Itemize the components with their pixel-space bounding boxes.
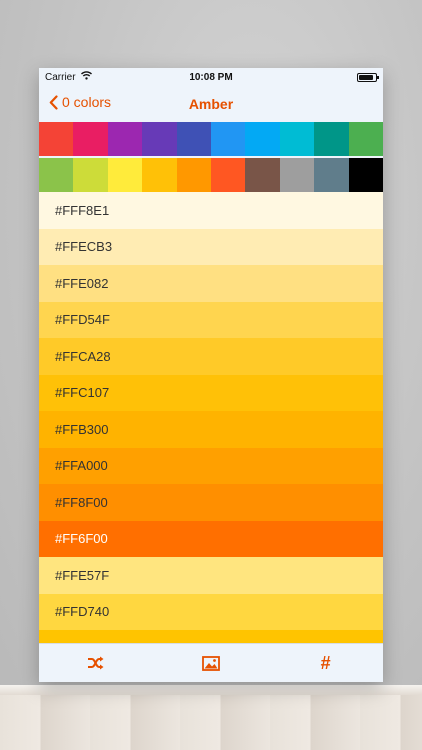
shade-hex-label: #FFB300 (55, 421, 109, 437)
shade-list-item[interactable]: #FF8F00 (39, 484, 383, 521)
palette-swatch[interactable] (279, 122, 315, 156)
palette-swatch[interactable] (107, 122, 143, 156)
shade-hex-label: #FFD740 (55, 604, 110, 620)
color-palette (39, 122, 383, 192)
shade-list-item[interactable]: #FFE082 (39, 265, 383, 302)
hash-icon: # (320, 652, 331, 673)
battery-icon (357, 73, 379, 82)
palette-row (39, 158, 383, 192)
shade-list-item[interactable]: #FFC400 (39, 630, 383, 644)
phone-screen: Carrier 10:08 PM 0 colors Amber #FFF8E1 #… (39, 68, 383, 682)
palette-swatch[interactable] (245, 158, 280, 192)
image-button[interactable] (181, 648, 241, 678)
shade-hex-label: #FFE57F (55, 567, 110, 583)
shade-list-item[interactable]: #FFD54F (39, 301, 383, 338)
palette-swatch[interactable] (279, 158, 315, 192)
image-icon (202, 655, 220, 671)
palette-swatch[interactable] (176, 122, 212, 156)
shade-hex-label: #FFD54F (55, 312, 110, 328)
palette-swatch[interactable] (211, 122, 246, 156)
shade-hex-label: #FFECB3 (55, 239, 113, 255)
palette-swatch[interactable] (39, 122, 74, 156)
navigation-bar: 0 colors Amber (39, 86, 383, 122)
shade-list[interactable]: #FFF8E1 #FFECB3 #FFE082 #FFD54F #FFCA28 #FFC1… (39, 192, 383, 644)
palette-swatch[interactable] (73, 122, 108, 156)
shade-list-item[interactable]: #FFD740 (39, 593, 383, 630)
shade-hex-label: #FFE082 (55, 275, 109, 291)
palette-swatch[interactable] (142, 158, 177, 192)
shade-list-item[interactable]: #FFB300 (39, 411, 383, 448)
palette-swatch[interactable] (211, 158, 246, 192)
shade-list-item[interactable]: #FFA000 (39, 447, 383, 484)
shade-list-item[interactable]: #FFE57F (39, 557, 383, 594)
shade-hex-label: #FFC107 (55, 385, 110, 401)
shade-list-item[interactable]: #FFC107 (39, 374, 383, 411)
status-time: 10:08 PM (189, 72, 233, 83)
shuffle-icon (88, 656, 104, 670)
palette-swatch[interactable] (245, 122, 280, 156)
hex-input-button[interactable]: # (296, 648, 356, 678)
shade-list-item[interactable]: #FFCA28 (39, 338, 383, 375)
tab-bar: # (39, 643, 383, 682)
shade-list-item[interactable]: #FFF8E1 (39, 192, 383, 229)
shade-hex-label: #FF6F00 (55, 531, 108, 547)
shade-hex-label: #FFF8E1 (55, 202, 110, 218)
shade-hex-label: #FF8F00 (55, 494, 108, 510)
status-bar: Carrier 10:08 PM (39, 68, 383, 86)
shade-hex-label: #FFCA28 (55, 348, 111, 364)
shade-list-item[interactable]: #FFECB3 (39, 228, 383, 265)
palette-row (39, 122, 383, 156)
palette-swatch[interactable] (176, 158, 212, 192)
shade-hex-label: #FFA000 (55, 458, 108, 474)
palette-swatch[interactable] (73, 158, 108, 192)
page-title: Amber (188, 96, 234, 112)
background-floor (0, 685, 422, 750)
palette-swatch[interactable] (107, 158, 143, 192)
palette-swatch[interactable] (142, 122, 177, 156)
palette-swatch[interactable] (348, 122, 383, 156)
palette-swatch[interactable] (348, 158, 383, 192)
shade-list-item[interactable]: #FF6F00 (39, 520, 383, 557)
shuffle-button[interactable] (66, 648, 126, 678)
palette-swatch[interactable] (314, 122, 349, 156)
palette-swatch[interactable] (314, 158, 349, 192)
palette-swatch[interactable] (39, 158, 74, 192)
